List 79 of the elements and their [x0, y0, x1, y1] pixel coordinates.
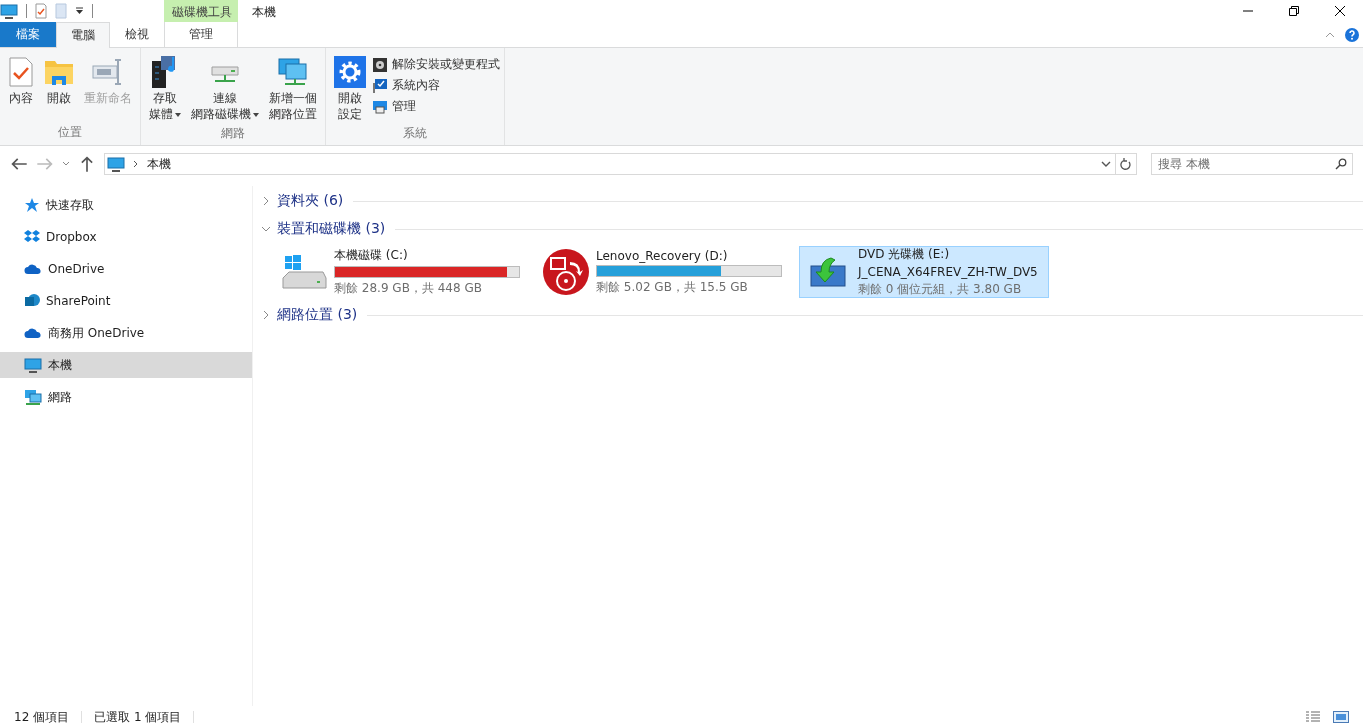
free-space: 剩餘 5.02 GB，共 15.5 GB	[596, 278, 749, 296]
checked-document-icon	[8, 57, 34, 87]
ribbon-small-button[interactable]: 解除安裝或變更程式	[372, 56, 500, 73]
properties-icon[interactable]	[35, 3, 47, 19]
window-title: 本機	[251, 4, 277, 21]
settings-icon	[334, 56, 366, 88]
dvd-drive-icon	[809, 256, 847, 288]
large-icons-view-icon[interactable]	[1333, 711, 1349, 723]
customize-dropdown-icon[interactable]	[75, 7, 84, 15]
drive-name: DVD 光碟機 (E:)	[858, 246, 951, 263]
context-tab-label: 磁碟機工具	[164, 0, 238, 22]
program-box-icon	[372, 56, 388, 73]
chevron-right-icon	[261, 196, 271, 206]
chevron-down-icon	[261, 224, 271, 234]
caret-icon	[175, 112, 181, 117]
recent-dropdown-icon[interactable]	[62, 161, 70, 167]
ribbon-button[interactable]: 內容	[4, 52, 38, 123]
network-icon	[24, 389, 42, 405]
folder-icon	[44, 58, 74, 86]
group-label: 網路	[220, 125, 246, 142]
sharepoint-icon	[24, 293, 40, 309]
computer-manage-icon	[372, 98, 388, 115]
restore-icon[interactable]	[1289, 6, 1299, 16]
dropbox-icon	[24, 229, 40, 245]
address-path[interactable]: 本機	[147, 155, 1089, 173]
ribbon-tab[interactable]: 電腦	[56, 22, 110, 48]
monitor-check-icon	[372, 77, 388, 94]
section-header[interactable]: 裝置和磁碟機 (3)	[261, 218, 1363, 240]
sidebar-item[interactable]: 網路	[0, 384, 252, 410]
item-count: 12 個項目	[14, 708, 70, 726]
cloud-icon	[24, 327, 42, 339]
free-space: 剩餘 0 個位元組，共 3.80 GB	[858, 281, 1023, 298]
section-header[interactable]: 網路位置 (3)	[261, 304, 1363, 326]
cloud-icon	[24, 263, 42, 275]
selection-count: 已選取 1 個項目	[94, 708, 182, 726]
search-field[interactable]: 搜尋 本機	[1151, 153, 1353, 175]
refresh-icon	[1120, 157, 1132, 171]
computer-icon	[24, 357, 42, 373]
drive-tile[interactable]: Lenovo_Recovery (D:) 剩餘 5.02 GB，共 15.5 GB	[537, 246, 787, 298]
ribbon-button[interactable]: 開啟 設定	[330, 52, 370, 124]
address-field[interactable]: 本機	[104, 153, 1116, 175]
chevron-right-icon	[261, 310, 271, 320]
drive-tile[interactable]: 本機磁碟 (C:) 剩餘 28.9 GB，共 448 GB	[275, 246, 525, 298]
breadcrumb-chevron-icon	[133, 160, 139, 168]
ribbon-tab[interactable]: 管理	[164, 22, 238, 47]
star-icon	[24, 197, 40, 213]
ribbon-button[interactable]: 開啟	[40, 52, 78, 123]
collapse-ribbon-icon[interactable]	[1325, 31, 1335, 38]
ribbon-small-button[interactable]: 管理	[372, 98, 500, 115]
sidebar-item[interactable]: SharePoint	[0, 288, 252, 314]
group-label: 位置	[57, 124, 83, 141]
close-icon[interactable]	[1335, 6, 1345, 16]
free-space: 剩餘 28.9 GB，共 448 GB	[334, 280, 483, 297]
hard-drive-icon	[281, 252, 327, 292]
ribbon-small-button[interactable]: 系統內容	[372, 77, 500, 94]
ribbon-button[interactable]: 連線 網路磁碟機	[187, 52, 263, 124]
recovery-disc-icon	[542, 248, 590, 296]
ribbon-button[interactable]: 存取 媒體	[145, 52, 185, 124]
drive-name: 本機磁碟 (C:)	[334, 247, 409, 264]
refresh-button[interactable]	[1115, 153, 1137, 175]
help-icon[interactable]	[1345, 27, 1359, 42]
computer-icon	[0, 3, 18, 19]
drive-tile[interactable]: DVD 光碟機 (E:) J_CENA_X64FREV_ZH-TW_DV5 剩餘 0 個位元組，共 3.80 GB	[799, 246, 1049, 298]
ribbon-tab[interactable]: 檔案	[0, 22, 56, 47]
ribbon-tab[interactable]: 檢視	[110, 22, 164, 47]
sidebar-item[interactable]: OneDrive	[0, 256, 252, 282]
computer-icon	[107, 156, 125, 172]
ribbon-button[interactable]: 新增一個 網路位置	[265, 52, 321, 124]
group-label: 系統	[402, 125, 428, 142]
sidebar-item[interactable]: 商務用 OneDrive	[0, 320, 252, 346]
sidebar-item[interactable]: 快速存取	[0, 192, 252, 218]
caret-icon	[253, 112, 259, 117]
sidebar-item[interactable]: 本機	[0, 352, 252, 378]
network-location-icon	[277, 57, 309, 87]
rename-icon	[92, 58, 124, 86]
drive-name: Lenovo_Recovery (D:)	[596, 248, 729, 263]
section-header[interactable]: 資料夾 (6)	[261, 190, 1363, 212]
sidebar-item[interactable]: Dropbox	[0, 224, 252, 250]
volume-label: J_CENA_X64FREV_ZH-TW_DV5	[858, 265, 1039, 279]
